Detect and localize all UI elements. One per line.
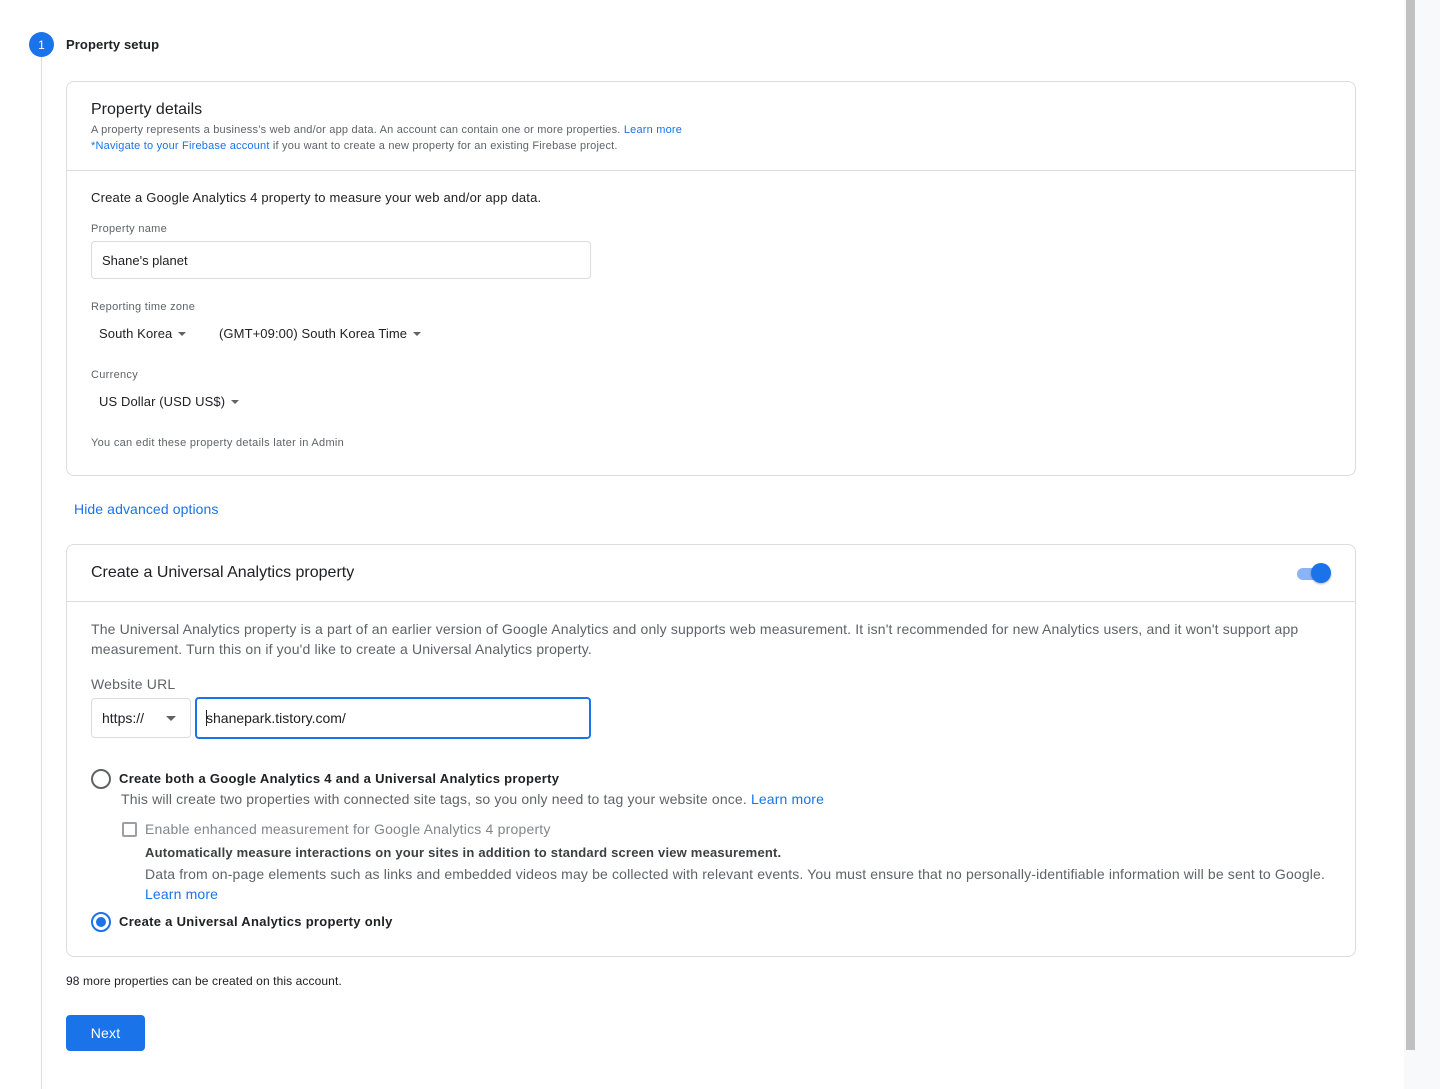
enhanced-learn-more-link[interactable]: Learn more — [145, 886, 218, 902]
learn-more-link[interactable]: Learn more — [624, 124, 682, 136]
scrollbar-thumb[interactable] — [1406, 0, 1415, 1050]
page: 1 Property setup Property details A prop… — [0, 0, 1404, 1089]
create-both-label[interactable]: Create both a Google Analytics 4 and a U… — [119, 771, 559, 786]
enhanced-measurement-label[interactable]: Enable enhanced measurement for Google A… — [145, 821, 551, 837]
currency-value: US Dollar (USD US$) — [99, 394, 226, 409]
property-details-title: Property details — [91, 101, 203, 118]
website-url-label: Website URL — [91, 676, 176, 692]
remaining-properties-note: 98 more properties can be created on thi… — [66, 974, 342, 988]
step-number-badge: 1 — [29, 32, 54, 57]
create-both-learn-more-link[interactable]: Learn more — [751, 791, 824, 807]
country-value: South Korea — [99, 326, 173, 341]
property-details-description: A property represents a business’s web a… — [91, 124, 682, 136]
timezone-label: Reporting time zone — [91, 301, 196, 313]
enhanced-measurement-title: Automatically measure interactions on yo… — [145, 845, 782, 860]
caret-down-icon — [178, 331, 187, 336]
firebase-note: *Navigate to your Firebase account if yo… — [91, 140, 618, 152]
protocol-select[interactable]: https:// — [91, 698, 191, 738]
property-details-header: Property details A property represents a… — [67, 82, 1355, 171]
currency-label: Currency — [91, 369, 139, 381]
enhanced-desc-text: Data from on-page elements such as links… — [145, 866, 1325, 882]
caret-down-icon — [413, 331, 422, 336]
universal-analytics-card: Create a Universal Analytics property Th… — [66, 544, 1356, 957]
website-url-input[interactable]: shanepark.tistory.com/ — [195, 697, 591, 739]
property-name-input[interactable]: Shane's planet — [91, 241, 591, 279]
enhanced-measurement-description: Data from on-page elements such as links… — [145, 864, 1325, 904]
radio-ua-only[interactable] — [91, 912, 111, 932]
ga4-intro-text: Create a Google Analytics 4 property to … — [91, 190, 542, 205]
edit-later-note: You can edit these property details late… — [91, 437, 345, 449]
next-button[interactable]: Next — [66, 1015, 145, 1051]
universal-analytics-toggle[interactable] — [1295, 562, 1333, 584]
property-details-card: Property details A property represents a… — [66, 81, 1356, 476]
currency-dropdown[interactable]: US Dollar (USD US$) — [99, 394, 240, 409]
universal-analytics-title: Create a Universal Analytics property — [91, 564, 355, 581]
protocol-value: https:// — [102, 710, 145, 726]
hide-advanced-options-link[interactable]: Hide advanced options — [74, 501, 219, 517]
enhanced-measurement-checkbox[interactable] — [122, 822, 137, 837]
ua-only-label[interactable]: Create a Universal Analytics property on… — [119, 914, 393, 929]
step-title: Property setup — [66, 37, 160, 52]
timezone-dropdown[interactable]: (GMT+09:00) South Korea Time — [219, 326, 422, 341]
property-name-value: Shane's planet — [102, 252, 188, 268]
firebase-account-link[interactable]: *Navigate to your Firebase account — [91, 140, 270, 152]
radio-create-both[interactable] — [91, 769, 111, 789]
universal-analytics-header: Create a Universal Analytics property — [67, 545, 1355, 602]
create-both-desc-text: This will create two properties with con… — [121, 791, 747, 807]
create-both-description: This will create two properties with con… — [121, 791, 824, 807]
universal-analytics-description: The Universal Analytics property is a pa… — [91, 621, 1299, 657]
toggle-knob — [1311, 563, 1331, 583]
stepper-line — [41, 57, 42, 1089]
website-url-value: shanepark.tistory.com/ — [206, 710, 346, 726]
caret-down-icon — [166, 716, 176, 721]
property-details-desc-text: A property represents a business’s web a… — [91, 124, 621, 136]
timezone-value: (GMT+09:00) South Korea Time — [219, 326, 408, 341]
firebase-note-text: if you want to create a new property for… — [272, 140, 618, 152]
property-name-label: Property name — [91, 223, 168, 235]
country-dropdown[interactable]: South Korea — [99, 326, 187, 341]
caret-down-icon — [231, 399, 240, 404]
